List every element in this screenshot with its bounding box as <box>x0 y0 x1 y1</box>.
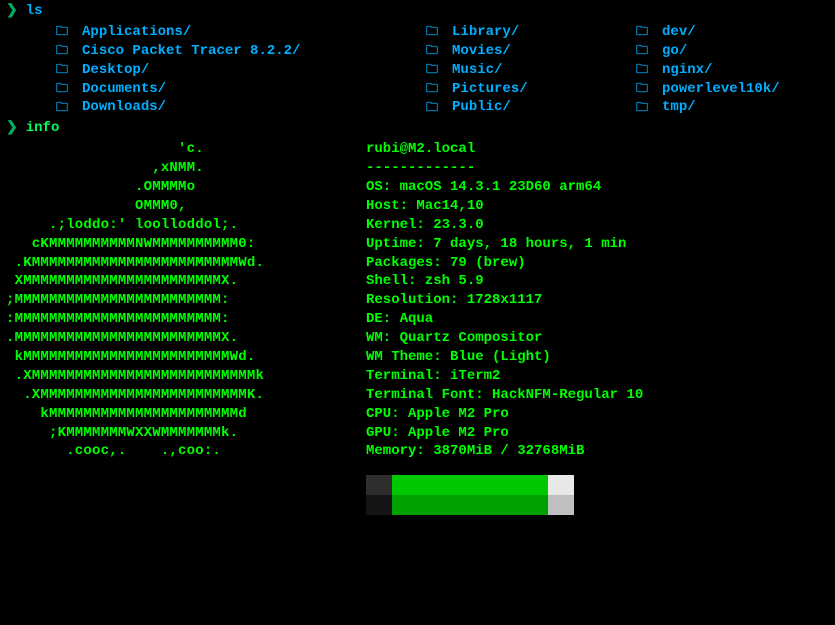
ls-item: 🗀Pictures/ <box>426 80 636 99</box>
color-swatch <box>470 475 496 495</box>
folder-icon: 🗀 <box>426 24 438 40</box>
folder-icon: 🗀 <box>636 100 648 116</box>
ls-item: 🗀go/ <box>636 42 835 61</box>
folder-icon: 🗀 <box>56 100 68 116</box>
ls-item: 🗀dev/ <box>636 23 835 42</box>
info-row: Packages: 79 (brew) <box>366 254 643 273</box>
command-info: info <box>20 119 60 138</box>
ls-item: 🗀powerlevel10k/ <box>636 80 835 99</box>
folder-icon: 🗀 <box>426 100 438 116</box>
info-row: Resolution: 1728x1117 <box>366 291 643 310</box>
color-swatch <box>418 495 444 515</box>
prompt-line-info[interactable]: ❯ info <box>0 119 835 138</box>
prompt-line-ls[interactable]: ❯ ls <box>0 2 835 21</box>
color-swatch <box>548 495 574 515</box>
folder-icon: 🗀 <box>56 24 68 40</box>
info-row: DE: Aqua <box>366 310 643 329</box>
info-row: CPU: Apple M2 Pro <box>366 405 643 424</box>
ls-item: 🗀Downloads/ <box>56 98 426 117</box>
prompt-symbol: ❯ <box>0 119 20 138</box>
ls-item: 🗀Applications/ <box>56 23 426 42</box>
info-row: Shell: zsh 5.9 <box>366 272 643 291</box>
color-swatch <box>548 475 574 495</box>
separator: ------------- <box>366 159 643 178</box>
folder-icon: 🗀 <box>636 81 648 97</box>
system-info: rubi@M2.local ------------- OS: macOS 14… <box>366 140 643 515</box>
folder-icon: 🗀 <box>56 62 68 78</box>
folder-icon: 🗀 <box>426 81 438 97</box>
color-swatch <box>522 475 548 495</box>
info-row: OS: macOS 14.3.1 23D60 arm64 <box>366 178 643 197</box>
info-row: Terminal: iTerm2 <box>366 367 643 386</box>
info-row: WM Theme: Blue (Light) <box>366 348 643 367</box>
color-swatch <box>444 495 470 515</box>
ls-item: 🗀Public/ <box>426 98 636 117</box>
folder-icon: 🗀 <box>56 81 68 97</box>
folder-icon: 🗀 <box>426 43 438 59</box>
info-row: Uptime: 7 days, 18 hours, 1 min <box>366 235 643 254</box>
color-swatch <box>444 475 470 495</box>
color-swatch <box>392 495 418 515</box>
folder-icon: 🗀 <box>56 43 68 59</box>
info-row: Host: Mac14,10 <box>366 197 643 216</box>
ls-item: 🗀Library/ <box>426 23 636 42</box>
folder-icon: 🗀 <box>636 62 648 78</box>
command-ls: ls <box>20 2 43 21</box>
neofetch-output: 'c. ,xNMM. .OMMMMo OMMM0, .;loddo:' lool… <box>0 138 835 515</box>
ls-item: 🗀Music/ <box>426 61 636 80</box>
ls-item: 🗀Desktop/ <box>56 61 426 80</box>
ls-item: 🗀tmp/ <box>636 98 835 117</box>
ls-output: 🗀Applications/ 🗀Cisco Packet Tracer 8.2.… <box>0 21 835 119</box>
ls-item: 🗀Movies/ <box>426 42 636 61</box>
folder-icon: 🗀 <box>636 43 648 59</box>
color-swatch <box>392 475 418 495</box>
color-swatch <box>366 475 392 495</box>
info-row: Memory: 3870MiB / 32768MiB <box>366 442 643 461</box>
info-row: GPU: Apple M2 Pro <box>366 424 643 443</box>
user-host: rubi@M2.local <box>366 140 643 159</box>
info-row: Kernel: 23.3.0 <box>366 216 643 235</box>
folder-icon: 🗀 <box>426 62 438 78</box>
color-swatch <box>470 495 496 515</box>
color-swatch <box>366 495 392 515</box>
color-swatches <box>366 475 643 515</box>
info-row: WM: Quartz Compositor <box>366 329 643 348</box>
ls-item: 🗀Cisco Packet Tracer 8.2.2/ <box>56 42 426 61</box>
info-row: Terminal Font: HackNFM-Regular 10 <box>366 386 643 405</box>
color-swatch <box>496 495 522 515</box>
color-swatch <box>496 475 522 495</box>
color-swatch <box>522 495 548 515</box>
ls-item: 🗀nginx/ <box>636 61 835 80</box>
ls-item: 🗀Documents/ <box>56 80 426 99</box>
prompt-symbol: ❯ <box>0 2 20 21</box>
apple-ascii-logo: 'c. ,xNMM. .OMMMMo OMMM0, .;loddo:' lool… <box>0 140 366 515</box>
color-swatch <box>418 475 444 495</box>
folder-icon: 🗀 <box>636 24 648 40</box>
